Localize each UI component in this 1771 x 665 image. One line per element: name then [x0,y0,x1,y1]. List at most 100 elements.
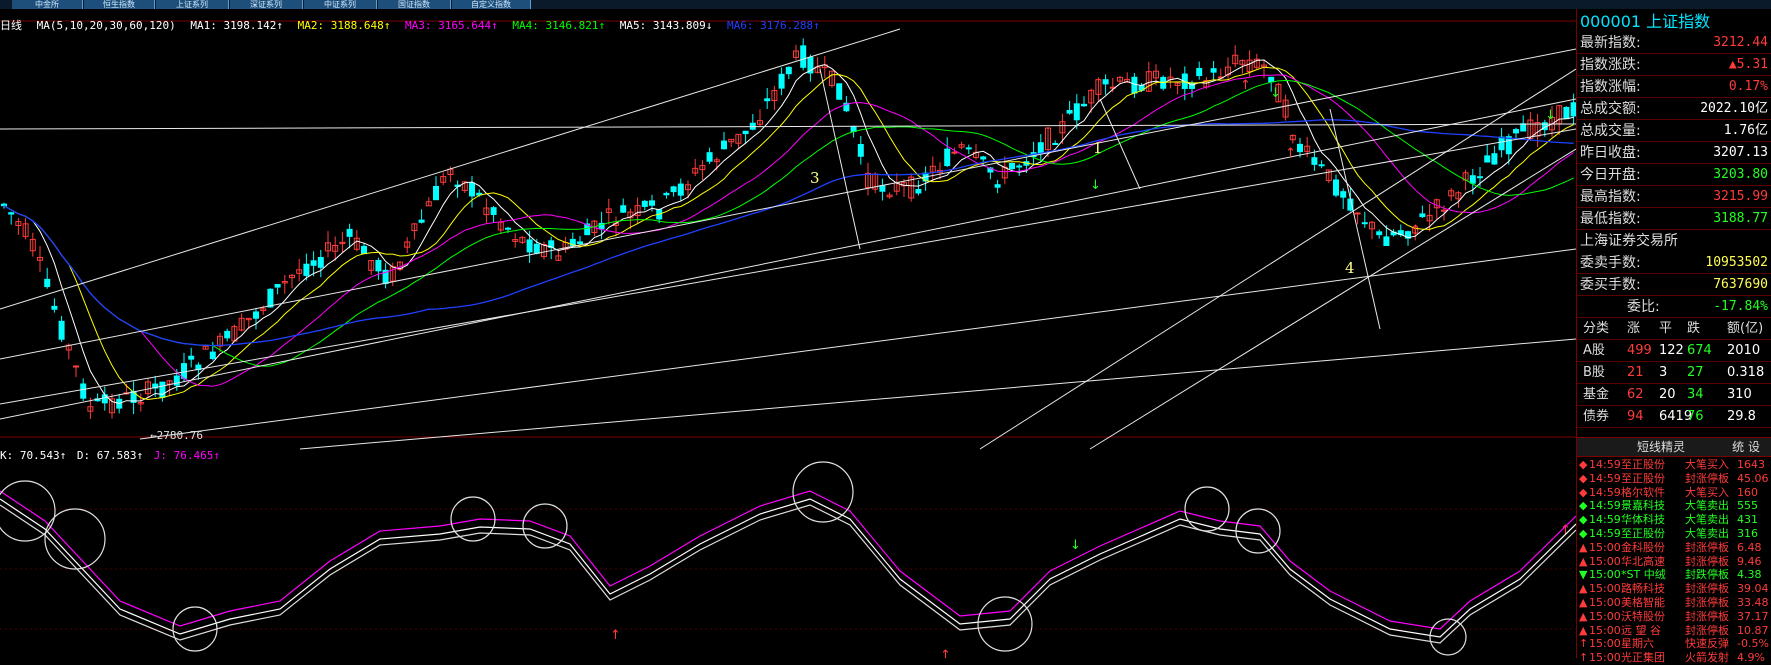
breadth-cell: 27 [1687,365,1704,380]
breadth-cell: 499 [1627,343,1652,358]
feed-item-text: 15:00 [1589,623,1621,637]
candle-body [1419,213,1426,218]
candle-body [915,189,922,194]
order-value: 7637690 [1713,277,1768,292]
feed-item-text: 15:00 [1589,637,1621,651]
candle-body [742,130,749,135]
candle-body [267,288,274,308]
quote-label: 指数涨幅: [1580,79,1641,95]
quote-label: 最新指数: [1580,35,1641,51]
market-tab-0[interactable]: 中金所 [12,0,83,9]
feed-item[interactable]: ↑ 15:00 星期六 快速反弹 -0.5% [1577,637,1771,651]
feed-title[interactable]: 短线精灵 [1637,438,1685,456]
feed-settings[interactable]: 统 设 [1732,438,1760,456]
feed-item[interactable]: ▲ 15:00 路畅科技 封涨停板 39.04 [1577,582,1771,596]
market-tab-2[interactable]: 上证系列 [156,0,229,9]
market-tab-6[interactable]: 自定义指数 [452,0,531,9]
feed-item-icon: ◆ [1579,513,1588,527]
candle-body [1477,176,1483,179]
candle-body [181,363,187,379]
feed-item-text: 火箭发射 [1685,651,1729,665]
market-tab-1[interactable]: 恒生指数 [84,0,155,9]
feed-item-text: 15:00 [1589,554,1621,568]
feed-item[interactable]: ◆ 14:59 景嘉科技 大笔卖出 555 [1577,499,1771,513]
signal-arrow: ↓ [1270,86,1281,101]
quote-row: 最高指数: 3215.99 [1577,187,1771,208]
feed-header: 短线精灵 统 设 [1577,437,1771,457]
candle-body [951,151,958,154]
feed-item-text: 10.87 [1737,623,1769,637]
feed-item[interactable]: ▲ 15:00 远 望 谷 封涨停板 10.87 [1577,624,1771,638]
candle-body [418,219,425,223]
kdj-d-line [0,504,1576,644]
candle-body [346,228,353,237]
candle-body [965,147,972,150]
feed-item[interactable]: ↑ 15:00 光正集团 火箭发射 4.9% [1577,651,1771,665]
candle-body [1376,231,1383,236]
candle-body [1354,212,1361,215]
feed-item-text: 封涨停板 [1685,582,1729,596]
candle-body [980,156,987,160]
kdj-d-value: D: 67.583↑ [76,449,144,462]
feed-item[interactable]: ▲ 15:00 华北高速 封涨停板 9.46 [1577,555,1771,569]
feed-item-text: 1643 [1737,458,1765,471]
feed-item[interactable]: ◆ 14:59 至正股份 大笔买入 1643 [1577,458,1771,472]
candle-body [944,148,951,167]
candle-body [785,66,792,75]
feed-item[interactable]: ◆ 14:59 格尔软件 大笔买入 160 [1577,486,1771,500]
candle-body [857,144,864,157]
feed-item-text: 格尔软件 [1621,485,1665,499]
feed-item-text: 15:00 [1589,596,1621,609]
feed-item-icon: ▲ [1579,596,1588,609]
quote-row: 总成交额: 2022.10亿 [1577,99,1771,120]
candle-body [1318,164,1325,167]
candle-body [317,257,324,268]
feed-item[interactable]: ◆ 14:59 至正股份 封涨停板 45.06 [1577,472,1771,486]
breadth-cell: 94 [1627,409,1644,424]
feed-item-text: 大笔卖出 [1685,527,1729,540]
feed-item-text: 555 [1737,499,1758,513]
trend-line [0,28,901,310]
market-tab-3[interactable]: 深证系列 [230,0,303,9]
feed-item-icon: ◆ [1579,499,1588,513]
ma5-value: MA5: 3143.809↓ [619,19,713,32]
chart-area[interactable]: ↓ ↑ ↑ ↑ ↓ ↓ ↑ ↑ ↓ ↑ 日线 MA(5,10,20,30,60,120) MA1:… [0,9,1576,658]
quote-value: 3188.77 [1713,211,1768,226]
feed-item-icon: ◆ [1579,485,1588,499]
breadth-cell: 债券 [1583,409,1610,424]
candle-body [469,182,475,197]
quote-row: 最新指数: 3212.44 [1577,33,1771,54]
turning-point-circle [977,596,1033,652]
market-tab-bar: 中金所 恒生指数 上证系列 深证系列 中证系列 国证指数 自定义指数 [0,0,1771,9]
ma3-line [3,74,1574,387]
order-label: 委买手数: [1580,277,1641,293]
ma-legend: 日线 MA(5,10,20,30,60,120) MA1: 3198.142↑ … [0,19,828,33]
order-row: 委买手数: 7637690 [1577,275,1771,296]
breadth-cell: 0.318 [1727,365,1765,380]
ma6-value: MA6: 3176.288↑ [727,19,820,32]
candle-body [1210,68,1217,73]
feed-item-text: 4.9% [1737,651,1765,665]
feed-item[interactable]: ◆ 14:59 华体科技 大笔卖出 431 [1577,513,1771,527]
feed-item[interactable]: ▲ 15:00 金科股份 封涨停板 6.48 [1577,541,1771,555]
feed-item[interactable]: ◆ 14:59 至正股份 大笔卖出 316 [1577,527,1771,541]
index-name: 上证指数 [1646,12,1711,31]
market-tab-5[interactable]: 国证指数 [378,0,451,9]
candle-body [44,278,51,288]
feed-item[interactable]: ▲ 15:00 沃特股份 封涨停板 37.17 [1577,610,1771,624]
candle-body [649,200,655,206]
candle-body [764,98,771,102]
feed-item-text: -0.5% [1737,637,1769,651]
period-label[interactable]: 日线 [0,19,22,32]
candlestick-chart[interactable]: ↓↑↑↑↓↓↑↑↓↑ [0,9,1576,658]
ma2-value: MA2: 3188.648↑ [297,19,391,32]
market-tab-4[interactable]: 中证系列 [304,0,377,9]
breadth-cell: 3 [1659,365,1668,380]
signal-arrow: ↑ [1410,223,1421,238]
feed-item[interactable]: ▼ 15:00 *ST 中绒 封跌停板 4.38 [1577,568,1771,582]
feed-item[interactable]: ▲ 15:00 美格智能 封涨停板 33.48 [1577,596,1771,610]
breadth-row: B股 21 3 27 0.318 [1577,363,1771,384]
breadth-cell: 34 [1687,387,1704,402]
feed-item-icon: ▲ [1579,609,1588,623]
candle-body [1016,165,1023,168]
